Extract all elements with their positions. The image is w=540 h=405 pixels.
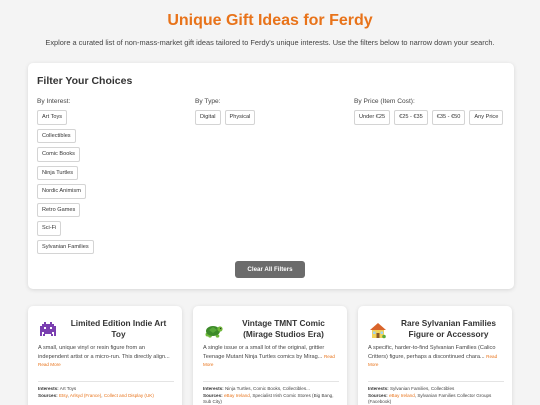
interests-value: Art Toys [59,386,77,391]
gift-sources: Sources: Etsy, Arlsyd (France), Collect … [38,392,154,398]
alien-monster-icon [38,320,58,340]
gift-meta: Interests: Ninja Turtles, Comic Books, C… [203,386,339,405]
filter-chip-under-25[interactable]: Under €25 [354,110,391,125]
filter-heading: Filter Your Choices [37,75,133,87]
filter-chip-35-50[interactable]: €35 - €50 [431,110,466,125]
source-link[interactable]: Collect and Display (UK) [104,393,154,398]
interest-filter-group: By Interest: Art Toys Collectibles Comic… [37,98,187,254]
type-filter-group: By Type: Digital Physical [195,98,345,125]
turtle-icon [203,320,223,340]
filter-chip-ninja-turtles[interactable]: Ninja Turtles [37,165,79,180]
divider [368,381,504,382]
filter-chip-art-toys[interactable]: Art Toys [37,110,68,125]
interests-label: Interests: [38,386,59,391]
filter-chip-sylvanian-families[interactable]: Sylvanian Families [37,239,94,254]
gift-meta: Interests: Sylvanian Families, Collectib… [368,386,504,405]
gift-title: Rare Sylvanian Families Figure or Access… [400,318,496,339]
read-more-link[interactable]: Read More [38,362,61,367]
gift-interests: Interests: Ninja Turtles, Comic Books, C… [203,386,339,393]
gift-interests: Interests: Art Toys [38,386,174,393]
filter-chip-any-price[interactable]: Any Price [469,110,504,125]
gift-sources: Sources: eBay Ireland, Specialist Irish … [203,392,334,405]
gift-title: Vintage TMNT Comic (Mirage Studios Era) [242,318,325,339]
gift-meta: Interests: Art Toys Sources: Etsy, Arlsy… [38,386,174,399]
house-icon [368,320,388,340]
page-title: Unique Gift Ideas for Ferdy [167,12,373,29]
divider [203,381,339,382]
interests-label: Interests: [368,386,389,391]
interest-filter-label: By Interest: [37,98,71,105]
gift-card: Limited Edition Indie Art Toy A small, u… [28,306,182,405]
gift-description: A single issue or a small lot of the ori… [203,344,339,370]
price-filter-group: By Price (Item Cost): Under €25 €25 - €3… [354,98,509,125]
filter-chip-comic-books[interactable]: Comic Books [37,147,80,162]
source-link[interactable]: Arlsyd (France) [70,393,101,398]
filter-chip-retro-games[interactable]: Retro Games [37,202,81,217]
page-subtitle: Explore a curated list of non-mass-marke… [45,38,495,47]
gift-interests: Interests: Sylvanian Families, Collectib… [368,386,504,393]
filter-chip-collectibles[interactable]: Collectibles [37,128,76,143]
interests-value: Ninja Turtles, Comic Books, Collectibles… [224,386,310,391]
gift-sources: Sources: eBay Ireland, Sylvanian Familie… [368,392,492,405]
gift-title: Limited Edition Indie Art Toy [70,318,167,339]
gift-card: Vintage TMNT Comic (Mirage Studios Era) … [193,306,347,405]
source-link[interactable]: eBay Ireland [389,393,415,398]
filter-panel: Filter Your Choices By Interest: Art Toy… [28,63,514,289]
sources-label: Sources: [38,392,58,398]
gift-description-text: A specific, harder-to-find Sylvanian Fam… [368,345,496,360]
gift-description: A small, unique vinyl or resin figure fr… [38,344,174,370]
filter-chip-sci-fi[interactable]: Sci-Fi [37,221,62,236]
source-link[interactable]: eBay Ireland [224,393,250,398]
type-filter-label: By Type: [195,98,221,105]
gift-description-text: A small, unique vinyl or resin figure fr… [38,345,170,360]
source-text: Specialist Irish Comic Stores (Big Bang,… [203,392,334,405]
gift-card: Rare Sylvanian Families Figure or Access… [358,306,512,405]
clear-all-filters-button[interactable]: Clear All Filters [235,261,305,278]
source-link[interactable]: Etsy [59,393,68,398]
sources-label: Sources: [368,392,388,398]
filter-chip-nordic-animism[interactable]: Nordic Animism [37,184,86,199]
price-filter-label: By Price (Item Cost): [354,98,415,105]
filter-chip-digital[interactable]: Digital [195,110,221,125]
filter-chip-25-35[interactable]: €25 - €35 [394,110,428,125]
sources-label: Sources: [203,392,223,398]
gift-description: A specific, harder-to-find Sylvanian Fam… [368,344,504,370]
filter-chip-physical[interactable]: Physical [224,110,256,125]
divider [38,381,174,382]
interests-value: Sylvanian Families, Collectibles [389,386,455,391]
gift-description-text: A single issue or a small lot of the ori… [203,345,325,360]
interests-label: Interests: [203,386,224,391]
